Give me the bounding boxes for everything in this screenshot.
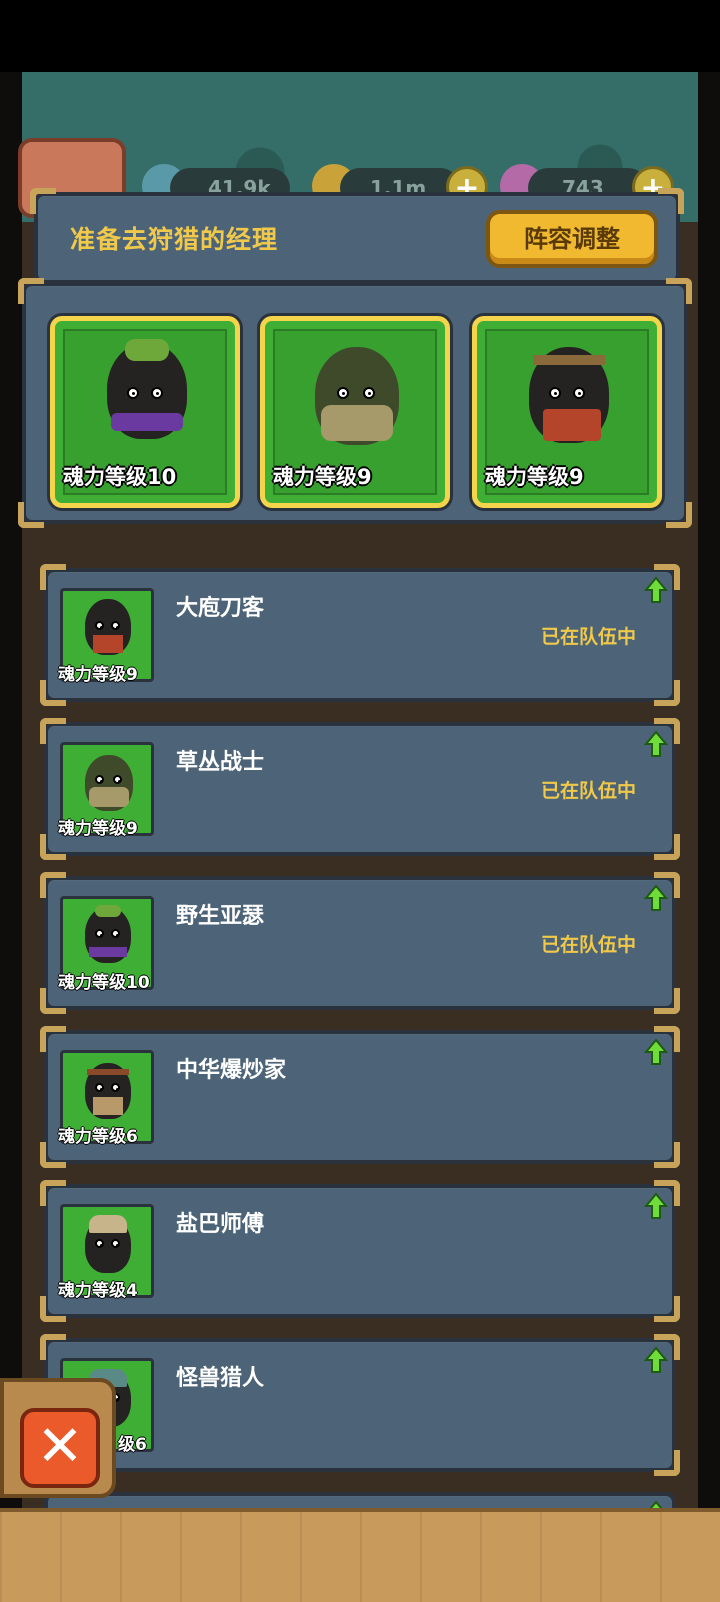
corner-ornament: [18, 278, 44, 304]
team-slot-3[interactable]: 魂力等级9: [472, 316, 662, 508]
character-sprite: [315, 347, 399, 445]
upgrade-arrow-icon[interactable]: [644, 1192, 668, 1220]
upgrade-arrow-icon[interactable]: [644, 730, 668, 758]
right-wall: [698, 72, 720, 1598]
character-sprite: [85, 1063, 131, 1119]
character-sprite: [85, 599, 131, 655]
eye: [111, 929, 120, 938]
hero-name: 草丛战士: [176, 750, 265, 775]
in-team-status: 已在队伍中: [540, 780, 636, 802]
armor: [89, 787, 129, 807]
eye: [573, 387, 585, 399]
roster-row[interactable]: 魂力等级9 草丛战士 已在队伍中: [40, 718, 680, 860]
roster-row[interactable]: 级6 怪兽猎人: [40, 1334, 680, 1476]
headband: [87, 1069, 129, 1075]
roster-row[interactable]: 魂力等级4 盐巴师傅: [40, 1180, 680, 1322]
corner-ornament: [40, 564, 66, 590]
eye: [337, 387, 349, 399]
hero-name: 中华爆炒家: [176, 1058, 287, 1083]
eye: [151, 387, 163, 399]
close-button-frame: ✕: [0, 1378, 116, 1498]
headband: [533, 355, 605, 365]
corner-ornament: [654, 988, 680, 1014]
hero-name: 野生亚瑟: [176, 904, 265, 929]
belt: [89, 947, 127, 957]
hero-level: 魂力等级9: [58, 665, 138, 685]
in-team-status: 已在队伍中: [540, 934, 636, 956]
team-slot-2[interactable]: 魂力等级9: [260, 316, 450, 508]
corner-ornament: [18, 502, 44, 528]
moss-hair: [95, 905, 121, 917]
eye: [95, 1083, 104, 1092]
corner-ornament: [40, 1026, 66, 1052]
upgrade-arrow-icon[interactable]: [644, 884, 668, 912]
eye: [95, 1239, 104, 1248]
eye: [111, 621, 120, 630]
roster-row[interactable]: 魂力等级6 中华爆炒家: [40, 1026, 680, 1168]
corner-ornament: [654, 1142, 680, 1168]
hero-level: 魂力等级6: [58, 1127, 138, 1147]
slot-level: 魂力等级10: [63, 465, 177, 489]
eye: [111, 1083, 120, 1092]
hero-level: 级6: [118, 1435, 147, 1455]
moss-hair: [125, 339, 169, 361]
character-sprite: [529, 347, 609, 443]
upgrade-arrow-icon[interactable]: [644, 1038, 668, 1066]
eye: [363, 387, 375, 399]
character-sprite: [85, 905, 131, 963]
lineup-adjust-button[interactable]: 阵容调整: [486, 210, 658, 268]
corner-ornament: [654, 1296, 680, 1322]
hero-level: 魂力等级9: [58, 819, 138, 839]
hero-name: 大庖刀客: [176, 596, 265, 621]
apron: [93, 1097, 123, 1115]
corner-ornament: [40, 1180, 66, 1206]
corner-ornament: [666, 278, 692, 304]
corner-ornament: [30, 188, 56, 214]
eye: [95, 775, 104, 784]
hero-level: 魂力等级10: [58, 973, 150, 993]
hero-name: 怪兽猎人: [176, 1366, 265, 1391]
in-team-status: 已在队伍中: [540, 626, 636, 648]
apron: [543, 409, 601, 441]
eye: [95, 621, 104, 630]
character-sprite: [107, 339, 187, 439]
cap: [89, 1215, 127, 1233]
hero-level: 魂力等级4: [58, 1281, 138, 1301]
eye: [549, 387, 561, 399]
corner-ornament: [40, 718, 66, 744]
armor: [321, 405, 393, 441]
eye: [111, 1239, 120, 1248]
apron: [93, 635, 123, 653]
corner-ornament: [658, 188, 684, 214]
corner-ornament: [40, 872, 66, 898]
slot-level: 魂力等级9: [273, 465, 372, 489]
page-title: 准备去狩猎的经理: [70, 225, 279, 254]
close-button[interactable]: ✕: [20, 1408, 100, 1488]
bottom-wood-bar: [0, 1508, 720, 1602]
upgrade-arrow-icon[interactable]: [644, 576, 668, 604]
corner-ornament: [654, 1450, 680, 1476]
eye: [95, 929, 104, 938]
status-bar: [0, 0, 720, 72]
roster-row[interactable]: 魂力等级9 大庖刀客 已在队伍中: [40, 564, 680, 706]
corner-ornament: [654, 834, 680, 860]
eye: [127, 387, 139, 399]
belt: [111, 413, 183, 431]
corner-ornament: [654, 680, 680, 706]
hero-name: 盐巴师傅: [176, 1212, 265, 1237]
corner-ornament: [666, 502, 692, 528]
character-sprite: [85, 1215, 131, 1273]
upgrade-arrow-icon[interactable]: [644, 1346, 668, 1374]
team-slot-1[interactable]: 魂力等级10: [50, 316, 240, 508]
eye: [113, 775, 122, 784]
corner-ornament: [40, 1334, 66, 1360]
character-sprite: [85, 755, 133, 811]
roster-row[interactable]: 魂力等级10 野生亚瑟 已在队伍中: [40, 872, 680, 1014]
slot-level: 魂力等级9: [485, 465, 584, 489]
